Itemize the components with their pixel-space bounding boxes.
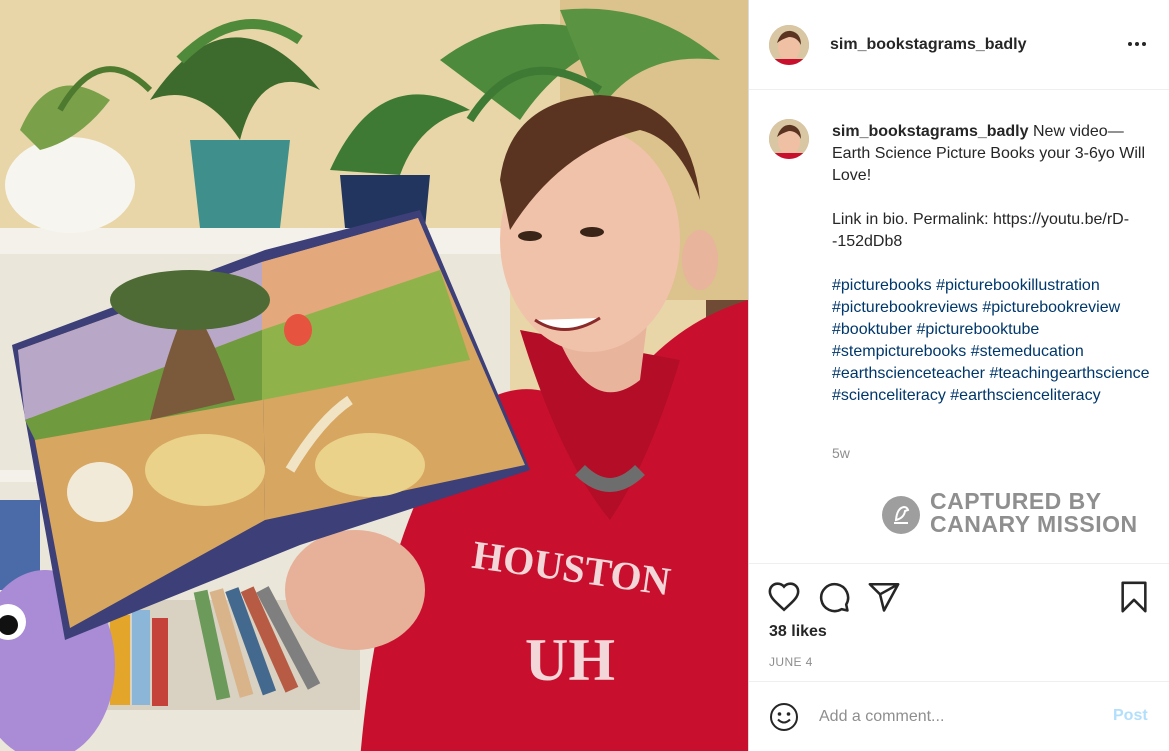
hashtag[interactable]: #scienceliteracy [832, 387, 946, 404]
watermark-line1: CAPTURED BY [930, 488, 1102, 514]
watermark-line2: CANARY MISSION [930, 511, 1138, 537]
likes-count[interactable]: 38 likes [769, 623, 827, 641]
post-actions: 38 likes JUNE 4 [749, 563, 1169, 681]
post-panel: sim_bookstagrams_badly sim_bookstagrams_… [748, 0, 1169, 751]
post-photo[interactable]: HOUSTON UH [0, 0, 748, 751]
post-age[interactable]: 5w [832, 445, 850, 461]
hashtag[interactable]: #picturebookreviews [832, 299, 978, 316]
hashtag[interactable]: #picturebookreview [982, 299, 1120, 316]
hoodie-logo: UH [525, 627, 615, 693]
caption-link-text: Link in bio. Permalink: https://youtu.be… [832, 211, 1130, 250]
avatar[interactable] [769, 25, 809, 65]
watermark: CAPTURED BY CANARY MISSION [882, 490, 1142, 540]
hashtag[interactable]: #earthscienceteacher [832, 365, 985, 382]
avatar-image [769, 119, 809, 159]
caption-line1: sim_bookstagrams_badly New video—Earth S… [832, 121, 1150, 187]
post-username[interactable]: sim_bookstagrams_badly [830, 36, 1027, 54]
watermark-text: CAPTURED BY CANARY MISSION [930, 490, 1138, 536]
hashtag[interactable]: #booktuber [832, 321, 912, 338]
hashtag[interactable]: #picturebooktube [917, 321, 1040, 338]
photo-illustration: HOUSTON UH [0, 0, 748, 751]
post-comment-button[interactable]: Post [1113, 707, 1148, 725]
heart-icon[interactable] [767, 580, 801, 614]
hashtag[interactable]: #earthscienceliteracy [950, 387, 1100, 404]
hashtag[interactable]: #stempicturebooks [832, 343, 966, 360]
hashtag-list: #picturebooks #picturebookillustration #… [832, 275, 1150, 407]
comment-icon[interactable] [817, 580, 851, 614]
post-date: JUNE 4 [769, 655, 813, 669]
smiley-icon[interactable] [769, 702, 799, 732]
comment-bar: Post [749, 681, 1169, 751]
post-header: sim_bookstagrams_badly [749, 0, 1169, 90]
post-caption: sim_bookstagrams_badly New video—Earth S… [832, 121, 1150, 407]
comment-input[interactable] [819, 704, 1099, 730]
caption-avatar[interactable] [769, 119, 809, 159]
bookmark-icon[interactable] [1117, 580, 1151, 614]
canary-logo-icon [882, 496, 920, 534]
hashtag[interactable]: #picturebookillustration [936, 277, 1100, 294]
hashtag[interactable]: #teachingearthscience [989, 365, 1149, 382]
hashtag[interactable]: #stemeducation [971, 343, 1084, 360]
hashtag[interactable]: #picturebooks [832, 277, 932, 294]
paper-plane-icon[interactable] [867, 580, 901, 614]
avatar-image [769, 25, 809, 65]
more-options-icon[interactable] [1123, 32, 1151, 56]
caption-username[interactable]: sim_bookstagrams_badly [832, 123, 1029, 140]
